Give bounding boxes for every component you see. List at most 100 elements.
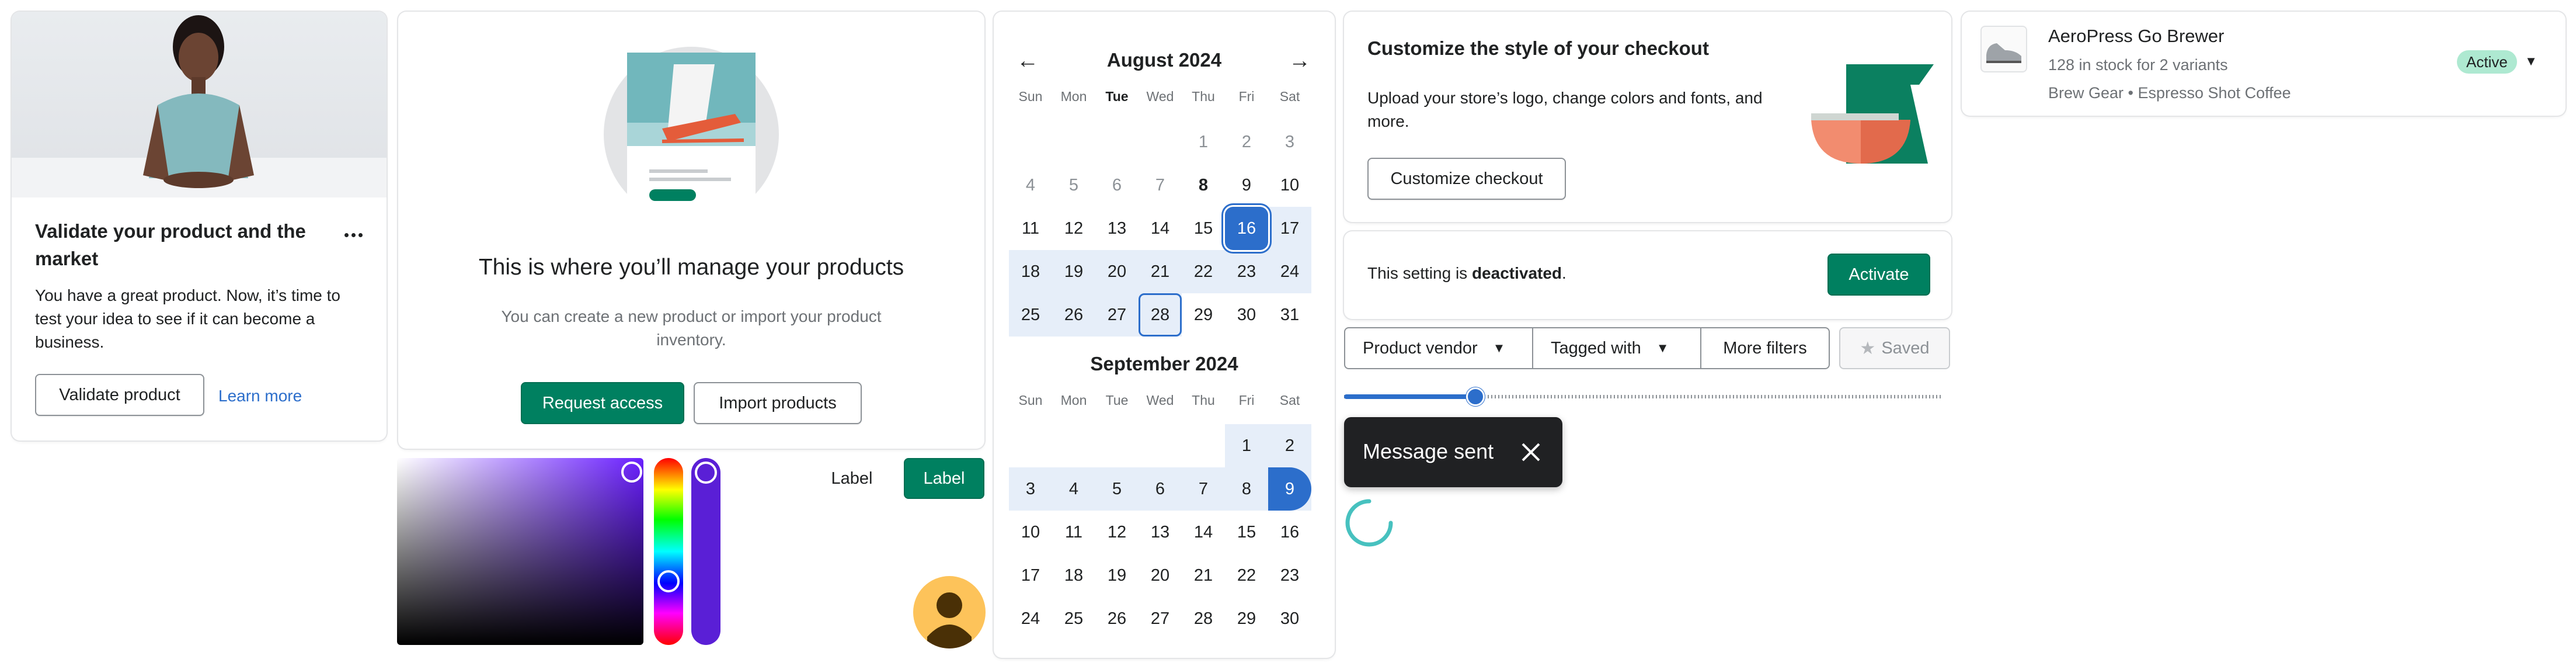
calendar-day[interactable]: 17 (1268, 207, 1311, 250)
calendar-day[interactable]: 14 (1182, 511, 1225, 554)
calendar-day[interactable]: 1 (1182, 120, 1225, 164)
calendar-day[interactable]: 1 (1225, 424, 1268, 467)
calendar-day[interactable]: 30 (1225, 293, 1268, 337)
learn-more-link[interactable]: Learn more (218, 387, 302, 405)
calendar-day[interactable]: 19 (1052, 250, 1095, 293)
calendar-day[interactable]: 21 (1182, 554, 1225, 597)
calendar-day[interactable]: 24 (1009, 597, 1052, 640)
card-title: Validate your product and the market (35, 220, 306, 269)
calendar-day[interactable]: 8 (1225, 467, 1268, 511)
import-products-button[interactable]: Import products (694, 382, 862, 424)
product-list-item[interactable]: AeroPress Go Brewer 128 in stock for 2 v… (1962, 12, 2565, 116)
more-filters-button[interactable]: More filters (1700, 327, 1830, 369)
calendar-day[interactable]: 18 (1009, 250, 1052, 293)
calendar-day[interactable]: 14 (1139, 207, 1182, 250)
alpha-handle[interactable] (695, 462, 717, 484)
calendar-day[interactable]: 21 (1139, 250, 1182, 293)
calendar-day[interactable]: 22 (1225, 554, 1268, 597)
calendar-day[interactable]: 13 (1095, 207, 1139, 250)
calendar-day[interactable]: 25 (1052, 597, 1095, 640)
calendar-day[interactable]: 12 (1095, 511, 1139, 554)
calendar-day[interactable]: 25 (1009, 293, 1052, 337)
calendar-day[interactable]: 18 (1052, 554, 1095, 597)
calendar-day[interactable]: 27 (1095, 293, 1139, 337)
calendar-day[interactable]: 6 (1139, 467, 1182, 511)
weekday-label: Wed (1146, 89, 1174, 104)
calendar-day[interactable]: 7 (1139, 164, 1182, 207)
product-vendor-filter[interactable]: Product vendor ▼ (1344, 327, 1533, 369)
calendar-day[interactable]: 2 (1268, 424, 1311, 467)
calendar-day[interactable]: 10 (1268, 164, 1311, 207)
calendar-day[interactable]: 7 (1182, 467, 1225, 511)
activate-button[interactable]: Activate (1827, 254, 1930, 296)
calendar-day[interactable]: 15 (1182, 207, 1225, 250)
calendar-day[interactable]: 16 (1268, 511, 1311, 554)
saved-button[interactable]: ★ Saved (1839, 327, 1950, 369)
weekday-label: Tue (1105, 393, 1129, 408)
calendar-day[interactable]: 20 (1139, 554, 1182, 597)
calendar-day[interactable]: 6 (1095, 164, 1139, 207)
hue-handle[interactable] (657, 570, 680, 592)
calendar-day[interactable]: 31 (1268, 293, 1311, 337)
calendar-day[interactable]: 4 (1009, 164, 1052, 207)
weekday-label: Wed (1146, 393, 1174, 408)
slider-fill (1344, 394, 1475, 399)
primary-label-button[interactable]: Label (904, 458, 984, 499)
calendar-day[interactable]: 5 (1095, 467, 1139, 511)
month-title-august: August 2024 (1106, 49, 1222, 71)
calendar-day[interactable]: 8 (1182, 164, 1225, 207)
calendar-day[interactable]: 17 (1009, 554, 1052, 597)
weekday-label: Mon (1060, 393, 1087, 408)
media-card: Validate your product and the market You… (12, 12, 387, 440)
alpha-slider[interactable] (691, 458, 720, 645)
validate-product-button[interactable]: Validate product (35, 374, 204, 416)
product-name[interactable]: AeroPress Go Brewer (2048, 26, 2225, 47)
calendar-day[interactable]: 24 (1268, 250, 1311, 293)
request-access-button[interactable]: Request access (521, 382, 684, 424)
calendar-day[interactable]: 26 (1052, 293, 1095, 337)
calendar-day[interactable]: 10 (1009, 511, 1052, 554)
calendar-day[interactable]: 22 (1182, 250, 1225, 293)
shoe-icon (1986, 43, 2021, 63)
calendar-day[interactable]: 13 (1139, 511, 1182, 554)
calendar-day[interactable]: 3 (1268, 120, 1311, 164)
calendar-day[interactable]: 16 (1225, 207, 1268, 250)
calendar-day[interactable]: 5 (1052, 164, 1095, 207)
tagged-with-filter[interactable]: Tagged with ▼ (1532, 327, 1701, 369)
calendar-day[interactable]: 27 (1139, 597, 1182, 640)
saturation-brightness-area[interactable] (397, 458, 643, 645)
calendar-day[interactable]: 29 (1182, 293, 1225, 337)
calendar-day[interactable]: 9 (1225, 164, 1268, 207)
calendar-day[interactable]: 2 (1225, 120, 1268, 164)
more-actions-icon[interactable] (342, 229, 365, 241)
calendar-day[interactable]: 29 (1225, 597, 1268, 640)
calendar-day[interactable]: 26 (1095, 597, 1139, 640)
calendar-day[interactable]: 3 (1009, 467, 1052, 511)
hue-slider[interactable] (654, 458, 683, 645)
calendar-day[interactable]: 30 (1268, 597, 1311, 640)
calendar-day[interactable]: 11 (1009, 207, 1052, 250)
close-icon[interactable] (1518, 439, 1544, 465)
calendar-day[interactable]: 23 (1225, 250, 1268, 293)
range-slider[interactable] (1344, 387, 1941, 407)
calendar-day[interactable]: 19 (1095, 554, 1139, 597)
weekday-label: Fri (1238, 89, 1255, 104)
setting-text-before: This setting is (1367, 264, 1472, 282)
status-badge: Active (2457, 50, 2517, 74)
calendar-day[interactable]: 15 (1225, 511, 1268, 554)
plain-label-button[interactable]: Label (814, 458, 890, 499)
saved-label: Saved (1881, 338, 1930, 358)
color-area-handle[interactable] (621, 462, 642, 483)
chevron-down-icon[interactable]: ▼ (2522, 53, 2540, 70)
calendar-day[interactable]: 11 (1052, 511, 1095, 554)
calendar-day[interactable]: 4 (1052, 467, 1095, 511)
calendar-day[interactable]: 28 (1139, 293, 1182, 337)
calendar-day[interactable]: 12 (1052, 207, 1095, 250)
caret-down-icon: ▼ (1656, 341, 1669, 355)
calendar-day[interactable]: 23 (1268, 554, 1311, 597)
calendar-day[interactable]: 9 (1268, 467, 1311, 511)
calendar-day[interactable]: 20 (1095, 250, 1139, 293)
customize-checkout-button[interactable]: Customize checkout (1367, 158, 1566, 200)
slider-thumb[interactable] (1466, 387, 1485, 406)
calendar-day[interactable]: 28 (1182, 597, 1225, 640)
